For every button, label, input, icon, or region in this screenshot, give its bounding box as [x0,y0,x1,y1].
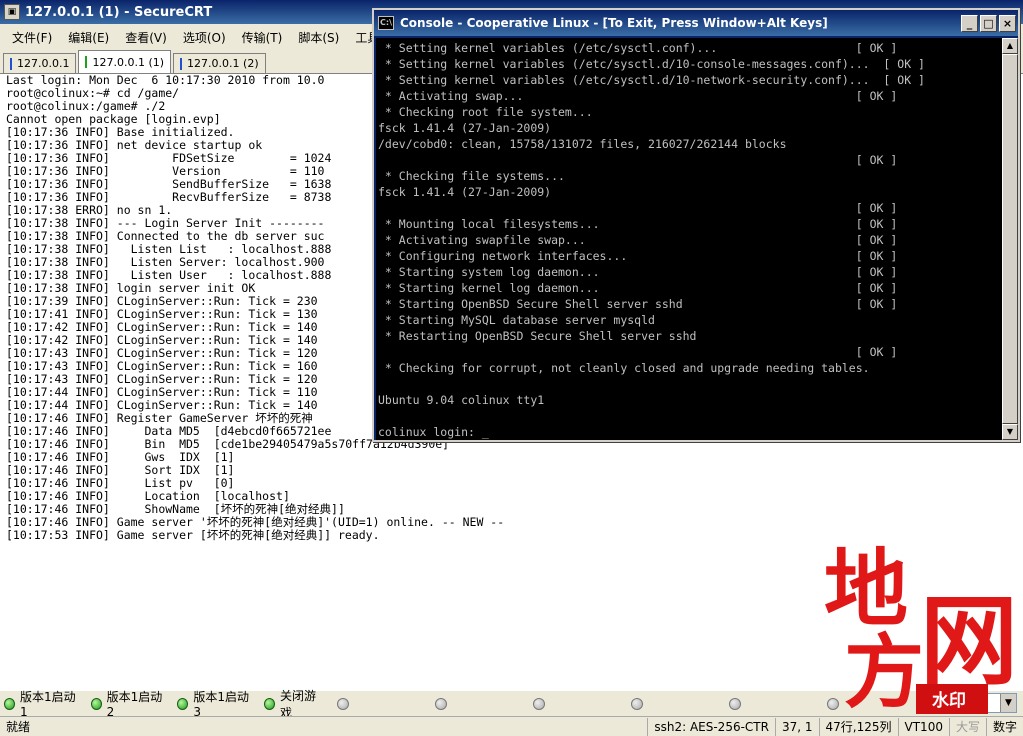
console-line: /dev/cobd0: clean, 15758/131072 files, 2… [378,137,787,151]
menu-script[interactable]: 脚本(S) [290,29,347,46]
console-scrollbar[interactable]: ▲ ▼ [1002,38,1018,440]
menu-edit[interactable]: 编辑(E) [60,29,117,46]
menu-options[interactable]: 选项(O) [175,29,234,46]
menu-view[interactable]: 查看(V) [117,29,175,46]
console-line: Ubuntu 9.04 colinux tty1 [378,393,545,407]
console-line: * Starting MySQL database server mysqld [378,313,655,327]
console-title: Console - Cooperative Linux - [To Exit, … [400,16,828,30]
session-status-icon [10,57,12,70]
console-line: [ OK ] [378,153,898,167]
status-dot-icon [177,697,189,710]
console-line: [ OK ] [378,345,898,359]
session-tab-active[interactable]: 127.0.0.1 (1) [78,50,172,73]
scroll-thumb[interactable] [1002,54,1018,424]
console-line: * Setting kernel variables (/etc/sysctl.… [378,73,925,87]
status-term: VT100 [897,717,949,736]
console-line: * Checking for corrupt, not cleanly clos… [378,361,870,375]
status-dot-icon [532,697,545,710]
status-dot-icon [630,697,643,710]
status-bar: 就绪 ssh2: AES-256-CTR 37, 1 47行,125列 VT10… [0,716,1023,736]
window-title: 127.0.0.1 (1) - SecureCRT [25,4,213,20]
session-status-icon [180,57,183,70]
button-bar-button[interactable]: 版本1启动2 [90,688,164,719]
console-line: * Activating swapfile swap... [ OK ] [378,233,898,247]
button-bar-empty-slot[interactable] [728,697,746,710]
scroll-up-icon[interactable]: ▲ [1002,38,1018,54]
status-cursor: 37, 1 [774,717,819,736]
status-dot-icon [728,697,741,710]
button-bar-selector[interactable]: Default ▼ [931,693,1017,713]
console-line: * Mounting local filesystems... [ OK ] [378,217,898,231]
console-line: * Setting kernel variables (/etc/sysctl.… [378,57,925,71]
maximize-button[interactable]: □ [980,14,997,32]
cmd-icon: C:\ [378,16,394,30]
button-bar-empty-slot[interactable] [532,697,550,710]
session-status-icon [85,56,88,68]
status-dot-icon [264,697,276,710]
scroll-down-icon[interactable]: ▼ [1002,424,1018,440]
close-button[interactable]: × [999,14,1016,32]
button-bar-label: 版本1启动3 [193,690,250,719]
console-line: * Starting kernel log daemon... [ OK ] [378,281,898,295]
console-line: * Checking file systems... [378,169,565,183]
console-output[interactable]: * Setting kernel variables (/etc/sysctl.… [376,38,1002,440]
console-line: * Restarting OpenBSD Secure Shell server… [378,329,697,343]
console-line: * Starting OpenBSD Secure Shell server s… [378,297,898,311]
console-title-bar[interactable]: C:\ Console - Cooperative Linux - [To Ex… [374,10,1018,36]
button-bar: 版本1启动1 版本1启动2 版本1启动3 关闭游戏 Default ▼ [0,688,1023,720]
console-line: * Configuring network interfaces... [ OK… [378,249,898,263]
session-tab[interactable]: 127.0.0.1 (2) [173,53,266,73]
status-dot-icon [826,697,839,710]
securecrt-app-icon: ▣ [4,4,20,20]
button-bar-empty-slot[interactable] [336,697,354,710]
status-dot-icon [90,697,102,710]
status-ready: 就绪 [6,719,31,734]
button-bar-label: 版本1启动2 [106,690,163,719]
console-line: fsck 1.41.4 (27-Jan-2009) [378,121,552,135]
status-dot-icon [4,697,15,710]
status-caps: 大写 [948,717,986,736]
menu-file[interactable]: 文件(F) [4,29,60,46]
console-line: * Starting system log daemon... [ OK ] [378,265,898,279]
status-num: 数字 [985,717,1023,736]
button-bar-empty-slot[interactable] [826,697,844,710]
console-line: [ OK ] [378,201,898,215]
securecrt-window: ▣ 127.0.0.1 (1) - SecureCRT 文件(F) 编辑(E) … [0,0,1023,736]
terminal-line: [10:17:53 INFO] Game server [坏坏的死神[绝对经典]… [6,528,380,542]
chevron-down-icon[interactable]: ▼ [1000,694,1016,712]
button-bar-button[interactable]: 版本1启动3 [177,688,250,719]
menu-transfer[interactable]: 传输(T) [234,29,291,46]
console-line: colinux login: _ [378,425,489,439]
console-line: fsck 1.41.4 (27-Jan-2009) [378,185,552,199]
minimize-button[interactable]: _ [961,14,978,32]
status-dot-icon [336,697,349,710]
console-line: * Setting kernel variables (/etc/sysctl.… [378,41,898,55]
session-tab[interactable]: 127.0.0.1 [3,53,77,73]
button-bar-label: 版本1启动1 [19,690,76,719]
button-bar-button[interactable]: 版本1启动1 [4,688,77,719]
console-line: * Checking root file system... [378,105,593,119]
status-size: 47行,125列 [818,717,898,736]
console-line: * Activating swap... [ OK ] [378,89,898,103]
button-bar-empty-slot[interactable] [434,697,452,710]
status-cipher: ssh2: AES-256-CTR [647,717,775,736]
colinux-console-window[interactable]: C:\ Console - Cooperative Linux - [To Ex… [372,8,1020,442]
button-bar-empty-slot[interactable] [630,697,648,710]
status-dot-icon [434,697,447,710]
